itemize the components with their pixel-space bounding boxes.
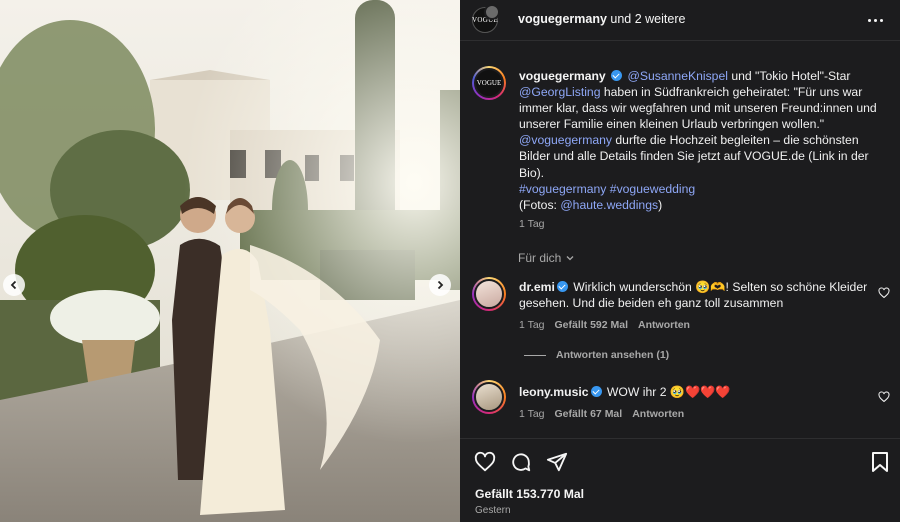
more-horizontal-icon[interactable] — [868, 12, 886, 28]
verified-badge-icon — [611, 70, 623, 81]
post-header: VOGUE voguegermany und 2 weitere — [460, 0, 900, 40]
comment-time[interactable]: 1 Tag — [519, 319, 545, 331]
mention-link[interactable]: @SusanneKnispel — [627, 69, 727, 83]
comment-icon[interactable] — [510, 451, 532, 473]
reply-button[interactable]: Antworten — [632, 408, 684, 420]
bookmark-icon[interactable] — [870, 451, 890, 473]
caption-timestamp[interactable]: 1 Tag — [519, 218, 545, 230]
carousel-prev-button[interactable] — [3, 274, 25, 296]
comment-likes[interactable]: Gefällt 592 Mal — [555, 319, 629, 331]
credit-mention-link[interactable]: @haute.weddings — [560, 198, 658, 212]
comment-username[interactable]: dr.emi — [519, 280, 555, 294]
comment-text: WOW ihr 2 🥹❤️❤️❤️ — [603, 385, 731, 399]
header-divider — [460, 40, 900, 41]
hashtag-links[interactable]: #voguegermany #voguewedding — [519, 182, 695, 196]
for-you-label: Für dich — [518, 251, 562, 265]
comment-meta: 1 Tag Gefällt 592 Mal Antworten — [519, 319, 690, 331]
header-account-name[interactable]: voguegermany — [518, 12, 607, 26]
post-details-panel: VOGUE voguegermany und 2 weitere VOGUE v… — [460, 0, 900, 522]
comment-text: Wirklich wunderschön 🥹🫶! Selten so schön… — [519, 280, 868, 311]
replies-line — [524, 354, 546, 356]
heart-icon[interactable] — [878, 391, 890, 403]
commenter-avatar[interactable] — [472, 277, 506, 311]
caption-account[interactable]: voguegermany — [519, 69, 606, 83]
collaborator-avatar[interactable] — [484, 4, 500, 20]
header-collaborators[interactable]: und 2 weitere — [610, 12, 685, 26]
caption-avatar[interactable]: VOGUE — [472, 66, 506, 100]
view-replies-button[interactable]: Antworten ansehen (1) — [524, 349, 669, 361]
mention-link[interactable]: @GeorgListing — [519, 85, 600, 99]
view-replies-label: Antworten ansehen (1) — [556, 349, 670, 361]
heart-icon[interactable] — [474, 451, 496, 473]
heart-icon[interactable] — [878, 287, 890, 299]
wedding-photo-illustration — [0, 0, 460, 522]
comment-body: dr.emi Wirklich wunderschön 🥹🫶! Selten s… — [519, 279, 869, 311]
verified-badge-icon — [590, 386, 602, 397]
reply-button[interactable]: Antworten — [638, 319, 690, 331]
verified-badge-icon — [556, 281, 568, 292]
chevron-right-icon — [437, 280, 444, 290]
commenter-avatar[interactable] — [472, 380, 506, 414]
post-date[interactable]: Gestern — [475, 505, 511, 516]
header-account-names[interactable]: voguegermany und 2 weitere — [518, 12, 685, 26]
carousel-next-button[interactable] — [429, 274, 451, 296]
comment-likes[interactable]: Gefällt 67 Mal — [555, 408, 623, 420]
comment-time[interactable]: 1 Tag — [519, 408, 545, 420]
action-bar — [474, 451, 568, 473]
post-photo[interactable] — [0, 0, 460, 522]
caption-text: und "Tokio Hotel"-Star — [727, 69, 851, 83]
chevron-down-icon — [566, 256, 574, 261]
share-icon[interactable] — [546, 451, 568, 473]
comment-meta: 1 Tag Gefällt 67 Mal Antworten — [519, 408, 684, 420]
actions-divider — [460, 438, 900, 439]
total-likes[interactable]: Gefällt 153.770 Mal — [475, 487, 584, 501]
mention-link[interactable]: @voguegermany — [519, 133, 612, 147]
credit-prefix: (Fotos: — [519, 197, 561, 212]
comment-username[interactable]: leony.music — [519, 385, 589, 399]
post-caption: voguegermany @SusanneKnispel und "Tokio … — [519, 68, 891, 213]
comment-body: leony.music WOW ihr 2 🥹❤️❤️❤️ — [519, 384, 869, 400]
chevron-left-icon — [10, 280, 17, 290]
for-you-dropdown[interactable]: Für dich — [518, 251, 575, 265]
credit-suffix: ) — [658, 197, 663, 212]
